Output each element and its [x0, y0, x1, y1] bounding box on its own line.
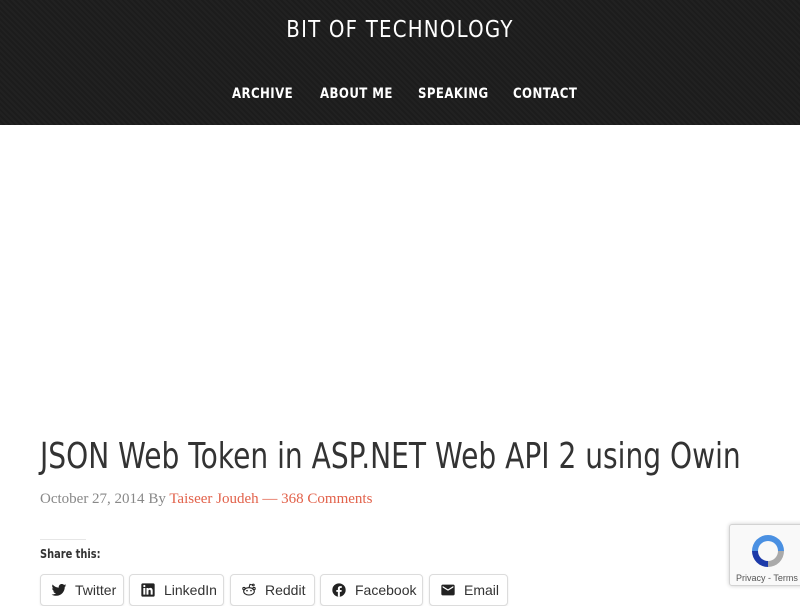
recaptcha-dash: -	[768, 573, 772, 583]
post-author-link[interactable]: Taiseer Joudeh	[169, 491, 258, 507]
post-by: By	[148, 491, 166, 507]
post-meta: October 27, 2014 By Taiseer Joudeh — 368…	[40, 491, 372, 508]
post-title: JSON Web Token in ASP.NET Web API 2 usin…	[40, 436, 741, 477]
linkedin-icon	[141, 583, 155, 597]
post-comments-link[interactable]: 368 Comments	[281, 491, 372, 507]
share-email-label: Email	[464, 582, 500, 598]
share-divider	[40, 539, 86, 540]
recaptcha-links: Privacy - Terms	[736, 573, 798, 583]
share-reddit-button[interactable]: Reddit	[230, 574, 315, 606]
share-linkedin-button[interactable]: LinkedIn	[129, 574, 224, 606]
share-reddit-label: Reddit	[265, 582, 306, 598]
post-date: October 27, 2014	[40, 491, 145, 507]
site-header: BIT OF TECHNOLOGY ARCHIVE ABOUT ME SPEAK…	[0, 0, 800, 125]
share-linkedin-label: LinkedIn	[164, 582, 217, 598]
nav-about-me[interactable]: ABOUT ME	[320, 86, 393, 102]
reddit-icon	[242, 583, 256, 596]
share-twitter-button[interactable]: Twitter	[40, 574, 124, 606]
share-twitter-label: Twitter	[75, 582, 117, 598]
nav-contact[interactable]: CONTACT	[513, 86, 577, 102]
share-facebook-label: Facebook	[355, 582, 417, 598]
recaptcha-privacy-link[interactable]: Privacy	[736, 573, 766, 583]
email-icon	[441, 584, 455, 596]
site-title[interactable]: BIT OF TECHNOLOGY	[56, 17, 744, 43]
recaptcha-terms-link[interactable]: Terms	[773, 573, 798, 583]
recaptcha-icon	[752, 535, 784, 567]
nav-archive[interactable]: ARCHIVE	[232, 86, 293, 102]
share-facebook-button[interactable]: Facebook	[320, 574, 423, 606]
meta-separator: —	[262, 491, 278, 507]
recaptcha-badge[interactable]: Privacy - Terms	[729, 524, 800, 586]
share-label: Share this:	[40, 547, 101, 561]
twitter-icon	[51, 584, 67, 596]
share-email-button[interactable]: Email	[429, 574, 508, 606]
nav-speaking[interactable]: SPEAKING	[418, 86, 489, 102]
facebook-icon	[332, 583, 346, 597]
